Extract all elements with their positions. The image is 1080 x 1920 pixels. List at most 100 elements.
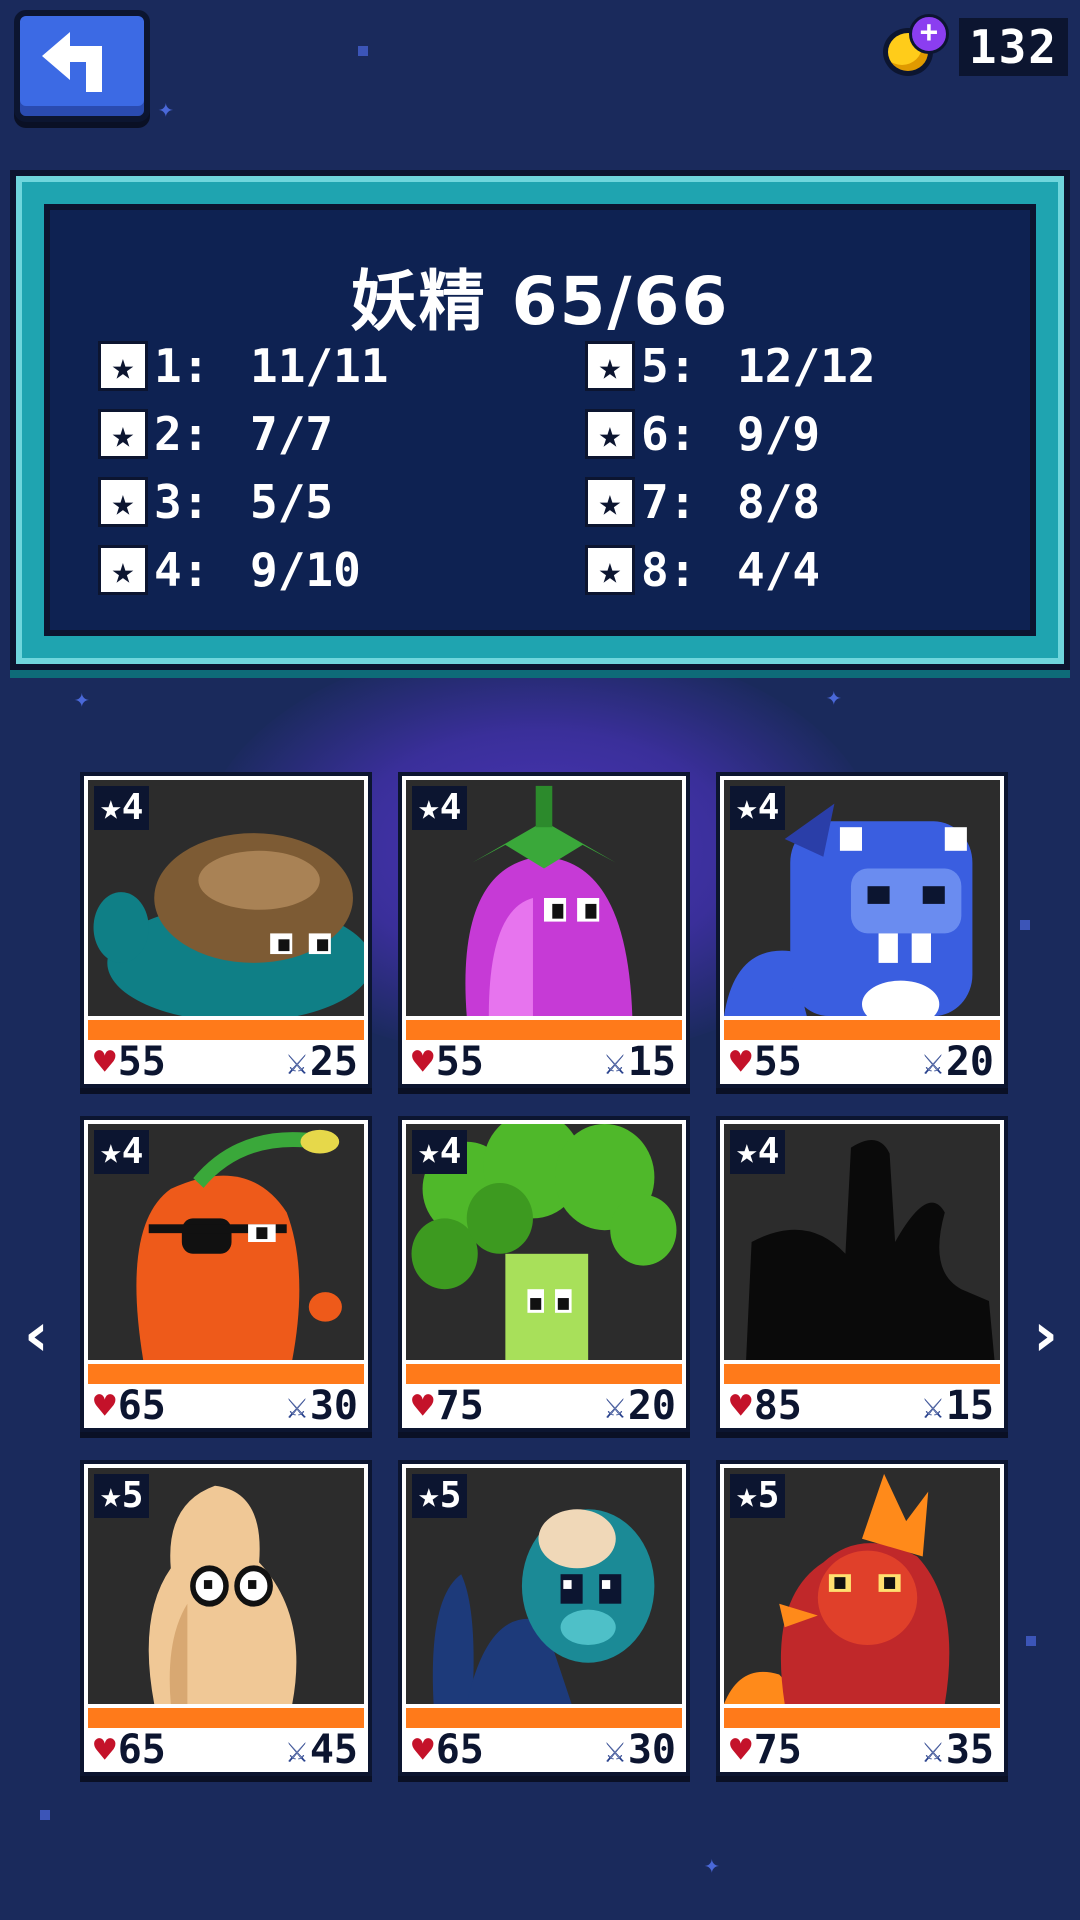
heart-icon: ♥: [730, 1041, 752, 1083]
tier-row: ★ 3: 5/5: [98, 468, 518, 536]
creature-card-mushroom-blob[interactable]: ★4 ♥ 55 ⚔ 25: [80, 772, 372, 1088]
card-bar: [88, 1364, 364, 1384]
attack-value: 45: [309, 1727, 358, 1773]
tier-label: 8:: [641, 543, 697, 597]
sword-icon: ⚔: [922, 1041, 944, 1083]
hp-value: 65: [117, 1727, 166, 1773]
sword-icon: ⚔: [286, 1385, 308, 1427]
tier-value: 9/9: [737, 407, 821, 461]
coin-plus-icon[interactable]: +: [879, 14, 949, 80]
creature-card-fire-chili[interactable]: ★5 ♥ 75 ⚔ 35: [716, 1460, 1008, 1776]
card-bar: [88, 1020, 364, 1040]
collection-title: 妖精 65/66: [350, 263, 730, 340]
hp-value: 75: [435, 1383, 484, 1429]
card-stats: ♥ 75 ⚔ 35: [724, 1727, 1000, 1773]
card-stats: ♥ 65 ⚔ 30: [88, 1383, 364, 1429]
creature-card-peanut[interactable]: ★5 ♥ 65 ⚔ 45: [80, 1460, 372, 1776]
card-bar: [724, 1708, 1000, 1728]
heart-icon: ♥: [412, 1729, 434, 1771]
collection-summary-panel: 妖精 65/66 ★ 1: 11/11 ★ 2: 7/7 ★ 3: 5/5 ★ …: [10, 170, 1070, 670]
card-bar: [724, 1020, 1000, 1040]
currency-display[interactable]: + 132: [879, 14, 1068, 80]
attack-value: 30: [309, 1383, 358, 1429]
sword-icon: ⚔: [604, 1385, 626, 1427]
sword-icon: ⚔: [922, 1385, 944, 1427]
tier-row: ★ 8: 4/4: [585, 536, 1005, 604]
star-dot: [1026, 1636, 1036, 1646]
tier-tag: ★4: [730, 786, 786, 830]
star-icon: ★: [98, 477, 148, 527]
tier-label: 4:: [154, 543, 210, 597]
back-button[interactable]: [14, 10, 150, 122]
card-bar: [88, 1708, 364, 1728]
sparkle-icon: ✦: [74, 684, 90, 714]
heart-icon: ♥: [412, 1041, 434, 1083]
attack-value: 15: [627, 1039, 676, 1085]
creature-card-teal-mole[interactable]: ★5 ♥ 65 ⚔ 30: [398, 1460, 690, 1776]
tier-row: ★ 7: 8/8: [585, 468, 1005, 536]
card-bar: [406, 1364, 682, 1384]
star-icon: ★: [585, 477, 635, 527]
tier-value: 7/7: [250, 407, 334, 461]
tier-label: 3:: [154, 475, 210, 529]
star-dot: [358, 46, 368, 56]
tier-value: 9/10: [250, 543, 361, 597]
sparkle-icon: ✦: [158, 94, 174, 124]
sparkle-icon: ✦: [704, 1850, 720, 1880]
heart-icon: ♥: [730, 1385, 752, 1427]
star-icon: ★: [585, 341, 635, 391]
tier-tag: ★5: [94, 1474, 150, 1518]
heart-icon: ♥: [730, 1729, 752, 1771]
star-dot: [40, 1810, 50, 1820]
hp-value: 55: [117, 1039, 166, 1085]
tier-value: 12/12: [737, 339, 876, 393]
coin-count: 132: [958, 18, 1068, 76]
tier-column-left: ★ 1: 11/11 ★ 2: 7/7 ★ 3: 5/5 ★ 4: 9/10: [98, 332, 518, 604]
heart-icon: ♥: [94, 1385, 116, 1427]
tier-label: 1:: [154, 339, 210, 393]
star-icon: ★: [98, 545, 148, 595]
tier-row: ★ 1: 11/11: [98, 332, 518, 400]
tier-value: 4/4: [737, 543, 821, 597]
sword-icon: ⚔: [286, 1729, 308, 1771]
card-bar: [406, 1708, 682, 1728]
panel-inner: 妖精 65/66 ★ 1: 11/11 ★ 2: 7/7 ★ 3: 5/5 ★ …: [44, 204, 1036, 636]
card-bar: [724, 1364, 1000, 1384]
sword-icon: ⚔: [604, 1041, 626, 1083]
attack-value: 20: [945, 1039, 994, 1085]
tier-tag: ★4: [94, 1130, 150, 1174]
star-icon: ★: [585, 409, 635, 459]
star-icon: ★: [585, 545, 635, 595]
attack-value: 20: [627, 1383, 676, 1429]
tier-tag: ★4: [94, 786, 150, 830]
creature-card-eggplant[interactable]: ★4 ♥ 55 ⚔ 15: [398, 772, 690, 1088]
attack-value: 25: [309, 1039, 358, 1085]
back-arrow-icon: [42, 32, 102, 92]
card-stats: ♥ 55 ⚔ 25: [88, 1039, 364, 1085]
card-stats: ♥ 75 ⚔ 20: [406, 1383, 682, 1429]
tier-label: 5:: [641, 339, 697, 393]
star-icon: ★: [98, 341, 148, 391]
heart-icon: ♥: [94, 1729, 116, 1771]
prev-page-arrow[interactable]: ‹: [24, 1300, 49, 1370]
tier-tag: ★4: [730, 1130, 786, 1174]
attack-value: 15: [945, 1383, 994, 1429]
creature-grid: ★4 ♥ 55 ⚔ 25 ★4 ♥ 55 ⚔ 15 ★4 ♥ 55 ⚔ 20 ★…: [80, 772, 1014, 1776]
card-stats: ♥ 55 ⚔ 15: [406, 1039, 682, 1085]
tier-column-right: ★ 5: 12/12 ★ 6: 9/9 ★ 7: 8/8 ★ 8: 4/4: [585, 332, 1005, 604]
creature-card-blue-hippo[interactable]: ★4 ♥ 55 ⚔ 20: [716, 772, 1008, 1088]
creature-card-carrot-pirate[interactable]: ★4 ♥ 65 ⚔ 30: [80, 1116, 372, 1432]
card-stats: ♥ 65 ⚔ 30: [406, 1727, 682, 1773]
tier-value: 11/11: [250, 339, 389, 393]
attack-value: 35: [945, 1727, 994, 1773]
next-page-arrow[interactable]: ›: [1033, 1300, 1058, 1370]
tier-row: ★ 2: 7/7: [98, 400, 518, 468]
tier-label: 6:: [641, 407, 697, 461]
tier-row: ★ 6: 9/9: [585, 400, 1005, 468]
sword-icon: ⚔: [604, 1729, 626, 1771]
creature-card-broccoli[interactable]: ★4 ♥ 75 ⚔ 20: [398, 1116, 690, 1432]
card-stats: ♥ 85 ⚔ 15: [724, 1383, 1000, 1429]
hp-value: 65: [117, 1383, 166, 1429]
creature-card-unknown-silhouette[interactable]: ★4 ♥ 85 ⚔ 15: [716, 1116, 1008, 1432]
tier-tag: ★5: [730, 1474, 786, 1518]
